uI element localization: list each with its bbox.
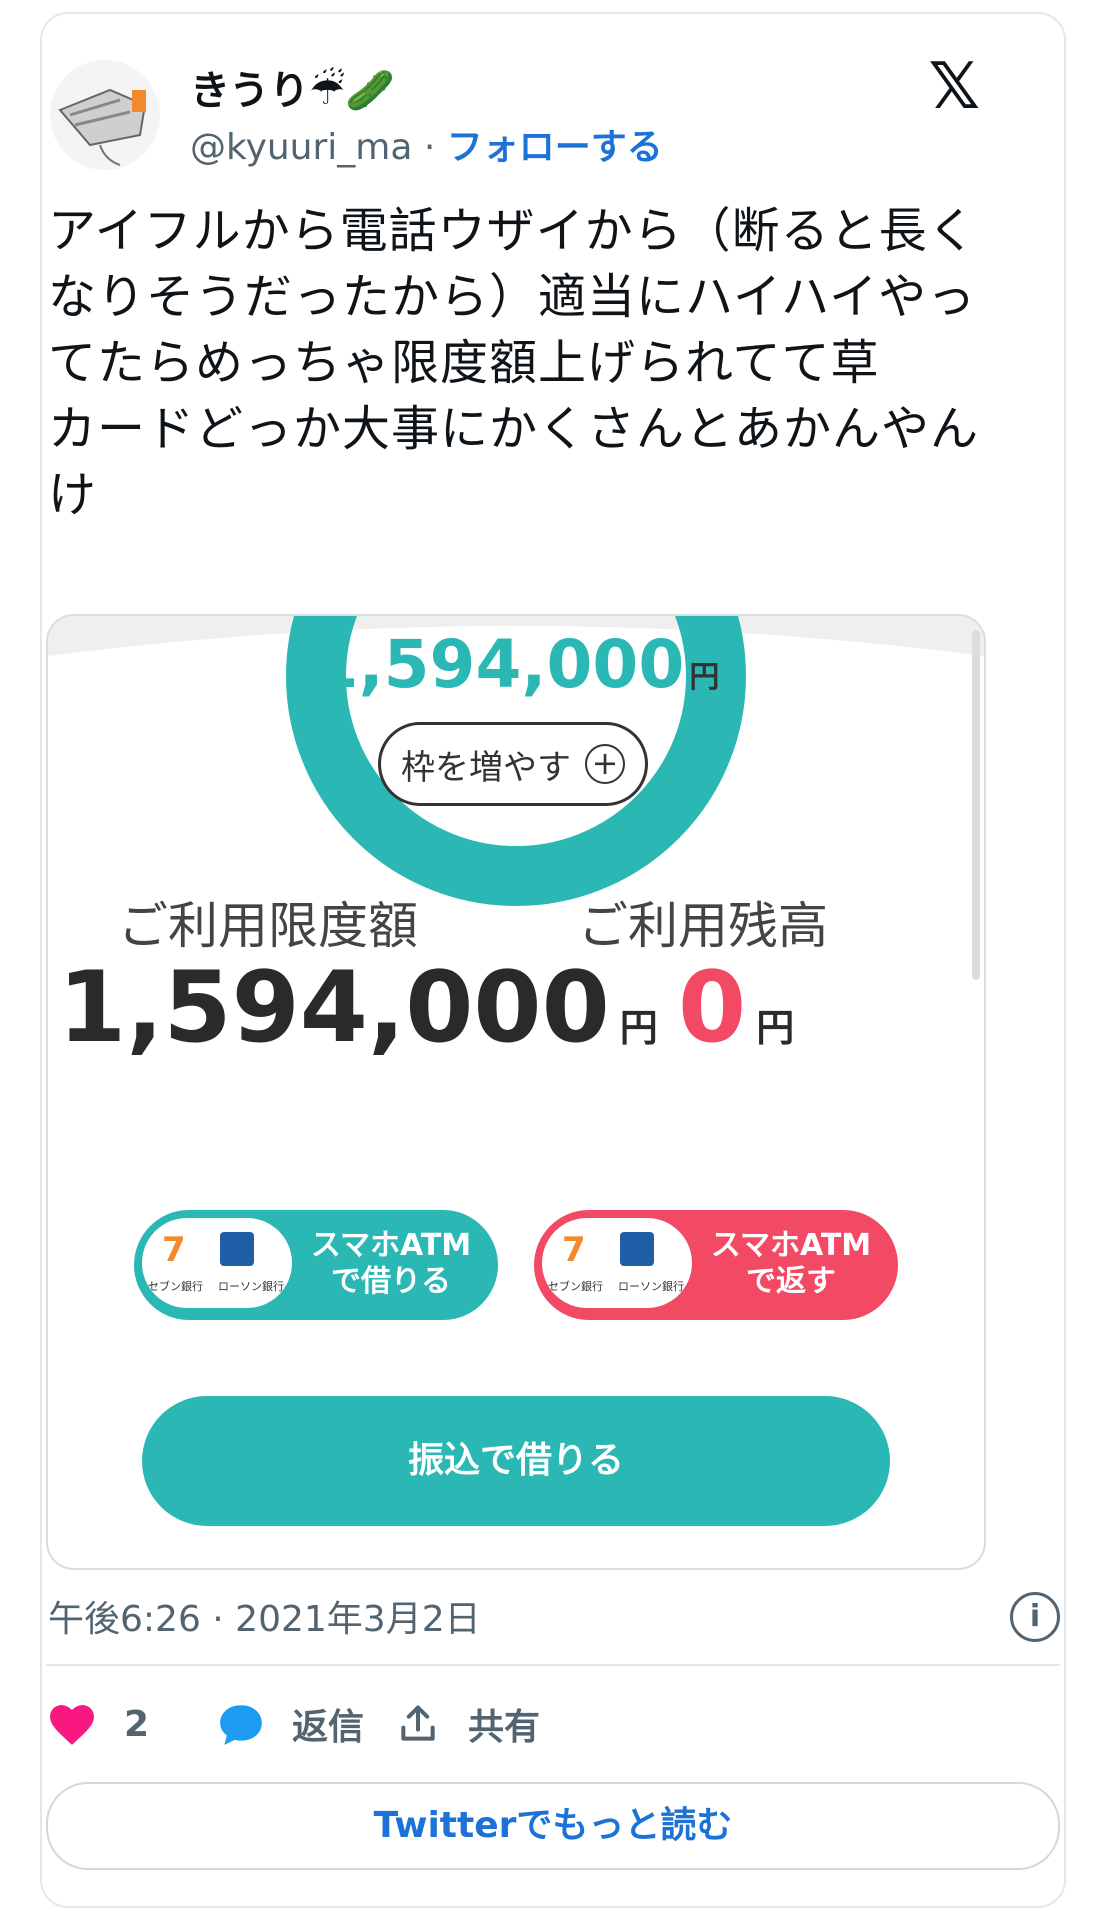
ring-unit: 円 [689,660,720,695]
tweet-actions: 2 返信 共有 [46,1684,946,1764]
ring-amount: 1,594,000 [312,626,685,703]
seven-bank-icon: 7 [562,1230,586,1270]
atm-bank-logos: 7 セブン銀行 ローソン銀行 [142,1218,292,1308]
atm-return-label: スマホATM で返す [710,1228,872,1299]
x-logo-icon[interactable]: 𝕏 [928,50,980,124]
atm-return-button[interactable]: 7 セブン銀行 ローソン銀行 スマホATM で返す [534,1210,898,1320]
like-count: 2 [124,1703,150,1745]
read-more-button[interactable]: Twitterでもっと読む [46,1782,1060,1870]
separator-dot: · [423,127,436,168]
transfer-borrow-button[interactable]: 振込で借りる [142,1396,890,1526]
atm-borrow-label: スマホATM で借りる [310,1228,472,1299]
limit-label: ご利用限度額 [118,897,418,955]
author-name[interactable]: きうり☔🥒 [190,58,395,116]
follow-button[interactable]: フォローする [447,127,663,168]
share-icon [401,1705,435,1741]
author-handle-line: @kyuuri_ma · フォローする [190,118,663,170]
bank1-label-2: セブン銀行 [548,1280,603,1293]
limit-amount: 1,594,000 [58,951,610,1065]
balance-label: ご利用残高 [578,897,828,955]
balance-unit: 円 [756,1006,795,1050]
lawson-bank-icon [620,1232,654,1266]
author-handle[interactable]: @kyuuri_ma [190,127,412,168]
info-icon[interactable]: i [1010,1592,1060,1642]
reply-label: 返信 [292,1707,365,1748]
tweet-media-image[interactable]: 1,594,000 円 枠を増やす + ご利用限度額 ご利用残高 1,594,0… [46,614,986,1570]
plus-icon: + [585,744,625,784]
limit-unit: 円 [619,1006,658,1050]
bank2-label-2: ローソン銀行 [618,1280,684,1293]
divider [46,1664,1060,1666]
tweet-text: アイフルから電話ウザイから（断ると長くなりそうだったから）適当にハイハイやってた… [48,203,980,523]
scrollbar [972,630,980,980]
lawson-bank-icon [220,1232,254,1266]
reply-bubble-icon [220,1705,262,1745]
ring-amount-line: 1,594,000 円 [48,626,984,703]
balance-amount-line: 0円 [678,951,794,1065]
share-button[interactable]: 共有 [396,1684,540,1764]
avatar[interactable] [50,60,160,170]
atm-bank-logos-2: 7 セブン銀行 ローソン銀行 [542,1218,692,1308]
increase-limit-button[interactable]: 枠を増やす + [378,722,648,806]
seven-bank-icon: 7 [162,1230,186,1270]
share-label: 共有 [468,1707,541,1748]
tweet-header: きうり☔🥒 @kyuuri_ma · フォローする 𝕏 [50,40,980,170]
bank1-label: セブン銀行 [148,1280,203,1293]
like-button[interactable]: 2 [46,1684,149,1764]
balance-amount: 0 [678,951,747,1065]
tweet-timestamp[interactable]: 午後6:26 · 2021年3月2日 [48,1590,481,1642]
atm-borrow-button[interactable]: 7 セブン銀行 ローソン銀行 スマホATM で借りる [134,1210,498,1320]
limit-amount-line: 1,594,000 円 [58,951,658,1065]
bank2-label: ローソン銀行 [218,1280,284,1293]
increase-label: 枠を増やす [401,747,571,788]
reply-button[interactable]: 返信 [216,1684,364,1764]
heart-icon [50,1705,94,1745]
